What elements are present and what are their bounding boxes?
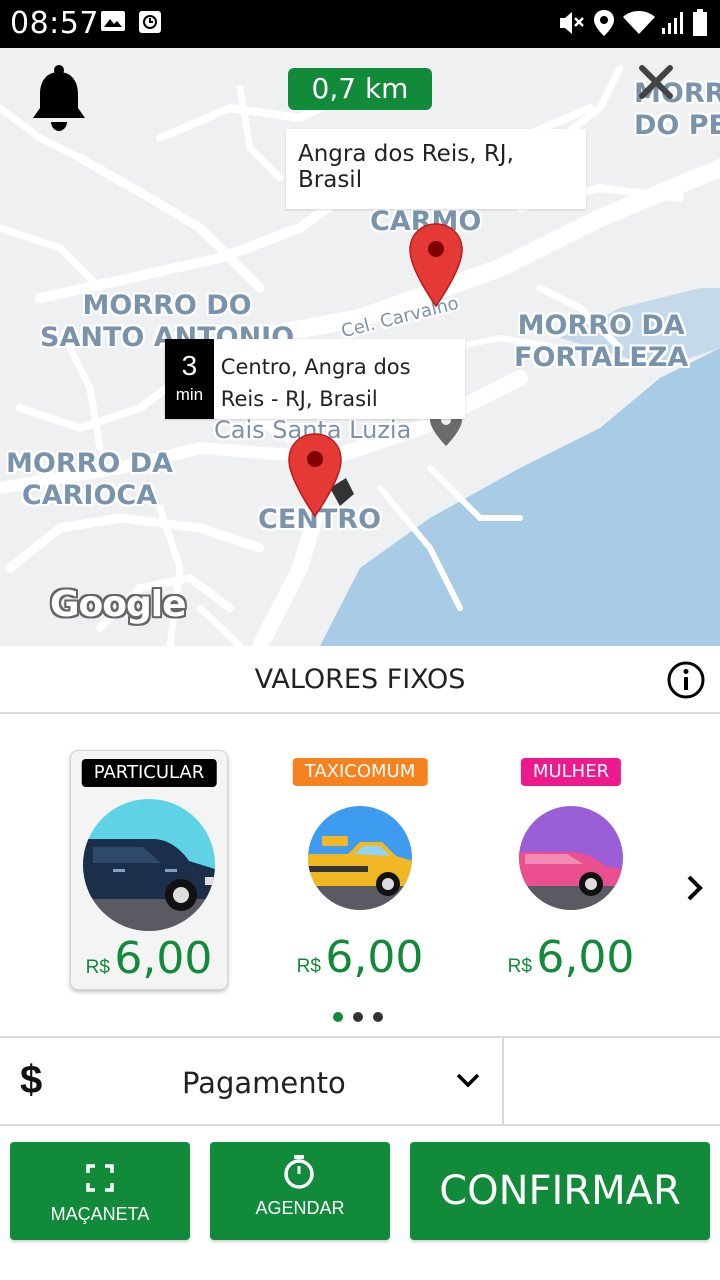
category-tag: TAXICOMUM (292, 758, 428, 786)
category-tag: MULHER (520, 758, 622, 786)
image-icon (101, 11, 125, 31)
chevron-right-icon[interactable] (684, 874, 706, 902)
info-icon[interactable] (666, 660, 706, 700)
destination-info-window[interactable]: Angra dos Reis, RJ, Brasil (286, 129, 586, 209)
location-icon (594, 10, 614, 36)
category-price: R$ 6,00 (492, 932, 650, 983)
category-price: R$ 6,00 (281, 932, 439, 983)
macaneta-label: MAÇANETA (50, 1204, 150, 1224)
category-price: R$ 6,00 (71, 933, 227, 984)
currency-label: R$ (507, 956, 532, 977)
status-time: 08:57 (10, 6, 99, 41)
taxi-icon (308, 806, 412, 910)
pager-dot[interactable] (373, 1012, 383, 1022)
clock-app-icon (139, 11, 161, 33)
price-value: 6,00 (536, 932, 635, 983)
origin-address: Centro, Angra dos Reis - RJ, Brasil (220, 355, 411, 411)
category-carousel[interactable]: PARTICULAR R$ 6,00 TAXICOMUM R$ 6,00 MUL… (0, 716, 720, 1036)
category-tag: PARTICULAR (81, 759, 217, 787)
agendar-button[interactable]: AGENDAR (210, 1142, 390, 1240)
scan-frame-icon (86, 1164, 114, 1192)
map-label-morro-fortaleza: MORRO DA FORTALEZA (514, 310, 689, 373)
category-card-taxicomum[interactable]: TAXICOMUM R$ 6,00 (281, 750, 439, 990)
status-bar: 08:57 (0, 0, 720, 48)
confirm-button[interactable]: CONFIRMAR (410, 1142, 710, 1240)
price-value: 6,00 (325, 932, 424, 983)
distance-badge: 0,7 km (288, 68, 432, 110)
payment-row[interactable]: $ Pagamento (0, 1036, 720, 1126)
currency-label: R$ (296, 956, 321, 977)
dark-car-icon (83, 799, 215, 931)
origin-eta: 3 min (165, 339, 214, 419)
signal-icon (662, 12, 683, 34)
chevron-down-icon[interactable] (455, 1072, 481, 1090)
confirm-label: CONFIRMAR (439, 1168, 681, 1214)
pager-dot[interactable] (353, 1012, 363, 1022)
origin-info-window[interactable]: 3 min Centro, Angra dos Reis - RJ, Brasi… (165, 339, 465, 419)
wifi-icon (623, 11, 655, 34)
close-icon[interactable] (636, 62, 676, 102)
stopwatch-icon (284, 1155, 314, 1189)
payment-divider (502, 1038, 504, 1126)
currency-label: R$ (85, 957, 110, 978)
values-header: VALORES FIXOS (0, 646, 720, 714)
origin-eta-value: 3 (181, 350, 198, 381)
macaneta-button[interactable]: MAÇANETA (10, 1142, 190, 1240)
map-view[interactable]: MORRO DO PERI CARMO MORRO DO SANTO ANTON… (0, 48, 720, 646)
mute-icon (560, 12, 584, 34)
battery-icon (693, 9, 707, 36)
google-logo: Google (50, 584, 187, 625)
notification-bell-icon[interactable] (30, 64, 88, 134)
category-card-mulher[interactable]: MULHER R$ 6,00 (492, 750, 650, 990)
payment-select-label[interactable]: Pagamento (182, 1066, 346, 1100)
category-card-particular[interactable]: PARTICULAR R$ 6,00 (70, 750, 228, 990)
origin-eta-unit: min (175, 385, 204, 404)
agendar-label: AGENDAR (255, 1198, 345, 1218)
destination-address: Angra dos Reis, RJ, Brasil (298, 141, 514, 193)
price-value: 6,00 (114, 933, 213, 984)
map-label-morro-carioca: MORRO DA CARIOCA (6, 448, 174, 511)
destination-pin-icon[interactable] (408, 222, 464, 308)
origin-pin-icon[interactable] (287, 432, 343, 518)
values-title: VALORES FIXOS (254, 664, 466, 695)
pink-car-icon (519, 806, 623, 910)
pager-dot-active[interactable] (333, 1012, 343, 1022)
carousel-pager (333, 1012, 383, 1022)
dollar-icon: $ (20, 1058, 43, 1102)
